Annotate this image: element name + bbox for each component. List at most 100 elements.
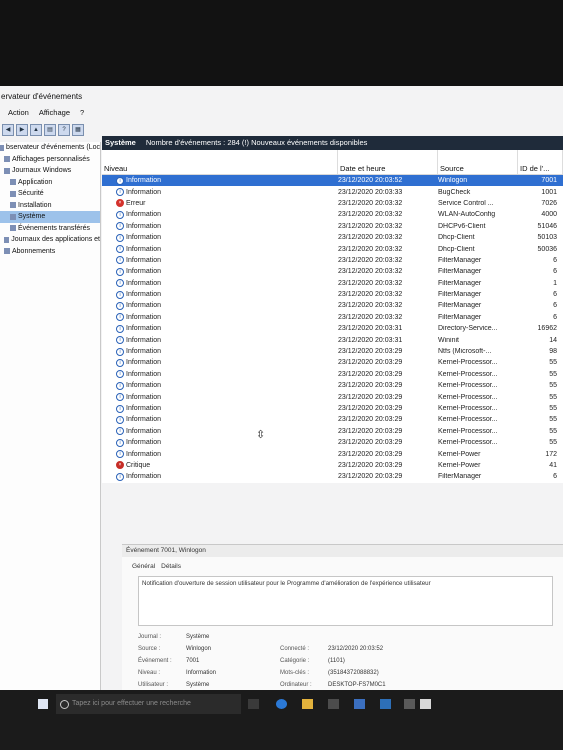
event-source: Dhcp-Client <box>438 234 475 242</box>
event-row[interactable]: i Information 23/12/2020 20:03:29 Kernel-Pr… <box>102 426 563 437</box>
event-level: i Information <box>102 370 338 379</box>
event-date: 23/12/2020 20:03:32 <box>338 268 403 276</box>
mail-icon[interactable] <box>354 699 365 709</box>
event-source: Kernel-Processor... <box>438 382 498 390</box>
event-row[interactable]: i Information 23/12/2020 20:03:29 Kernel-Pr… <box>102 403 563 414</box>
tree-item-label: Journaux des applications et <box>11 236 100 243</box>
property-row: Utilisateur : Système <box>138 679 280 690</box>
app-icon-2[interactable] <box>404 699 415 709</box>
file-explorer-icon[interactable] <box>302 699 313 709</box>
event-row[interactable]: i Information 23/12/2020 20:03:32 DHCPv6-Cl… <box>102 221 563 232</box>
tree-item[interactable]: Sécurité <box>0 188 100 200</box>
property-value: (1101) <box>328 658 345 664</box>
task-view-icon[interactable] <box>248 699 259 709</box>
event-source: Kernel-Processor... <box>438 359 498 367</box>
event-id: 55 <box>549 405 557 412</box>
properties-icon[interactable]: ▤ <box>44 124 56 136</box>
event-id: 55 <box>549 370 557 378</box>
tree-item[interactable]: Installation <box>0 200 100 212</box>
edge-icon[interactable] <box>276 699 287 709</box>
tree-item[interactable]: Affichages personnalisés <box>0 154 100 166</box>
tab-details[interactable]: Détails <box>161 563 181 570</box>
monitor-bezel <box>0 0 563 86</box>
event-row[interactable]: i Information 23/12/2020 20:03:29 Ntfs (Mic… <box>102 346 563 357</box>
event-row[interactable]: i Information 23/12/2020 20:03:29 Kernel-Pr… <box>102 380 563 391</box>
event-row[interactable]: i Information 23/12/2020 20:03:32 FilterMan… <box>102 289 563 300</box>
menu-help[interactable]: ? <box>80 108 84 120</box>
tree-item[interactable]: Abonnements <box>0 246 100 258</box>
tree-item[interactable]: Système <box>0 211 100 223</box>
tree-item[interactable]: Événements transférés <box>0 223 100 235</box>
property-key: Ordinateur : <box>280 682 312 688</box>
menu-action[interactable]: Action <box>8 108 29 120</box>
tree-item-label: Application <box>18 178 53 186</box>
event-date: 23/12/2020 20:03:29 <box>338 382 403 390</box>
back-icon[interactable]: ◀ <box>2 124 14 136</box>
app-icon[interactable] <box>380 699 391 709</box>
col-level[interactable]: Niveau <box>102 150 338 174</box>
event-level-label: Information <box>126 313 162 321</box>
property-key: Connecté : <box>280 646 310 652</box>
event-row[interactable]: i Information 23/12/2020 20:03:32 FilterMan… <box>102 300 563 311</box>
event-row[interactable]: i Information 23/12/2020 20:03:32 FilterMan… <box>102 312 563 323</box>
event-level-label: Information <box>126 416 162 424</box>
event-row[interactable]: i Information 23/12/2020 20:03:29 Kernel-Pr… <box>102 369 563 380</box>
tree-item-label: bservateur d'événements (Loc <box>6 144 100 151</box>
event-row[interactable]: i Information 23/12/2020 20:03:52 Winlogon 7… <box>102 175 563 187</box>
event-id: 51046 <box>537 222 557 230</box>
col-date[interactable]: Date et heure <box>338 150 438 174</box>
event-row[interactable]: i Information 23/12/2020 20:03:32 WLAN-Auto… <box>102 209 563 220</box>
property-row: Événement : 7001 <box>138 655 280 667</box>
event-id: 50036 <box>537 245 557 253</box>
property-row: Mots-clés : (35184372088832) <box>280 667 422 679</box>
tree-item[interactable]: Journaux des applications et <box>0 234 100 246</box>
event-level: i Information <box>102 313 338 322</box>
property-row: Connecté : 23/12/2020 20:03:52 <box>280 643 422 655</box>
event-id: 172 <box>545 450 557 458</box>
col-id[interactable]: ID de l'... <box>518 150 563 174</box>
event-level: i Information <box>102 381 338 390</box>
info-icon: i <box>116 450 124 459</box>
menu-affichage[interactable]: Affichage <box>39 108 70 120</box>
event-level: i Information <box>102 336 338 345</box>
event-row[interactable]: × Erreur 23/12/2020 20:03:32 Service Contro… <box>102 198 563 209</box>
event-level-label: Information <box>126 473 162 481</box>
event-row[interactable]: i Information 23/12/2020 20:03:29 Kernel-Pr… <box>102 414 563 425</box>
event-level-label: Information <box>126 370 162 378</box>
tree-item-label: Sécurité <box>18 190 44 197</box>
event-source: FilterManager <box>438 313 482 321</box>
tree-item[interactable]: Journaux Windows <box>0 165 100 177</box>
event-row[interactable]: i Information 23/12/2020 20:03:33 BugCheck 1… <box>102 186 563 197</box>
tree-item[interactable]: Application <box>0 177 100 189</box>
event-level: i Information <box>102 324 338 333</box>
event-row[interactable]: i Information 23/12/2020 20:03:29 Kernel-Pr… <box>102 357 563 368</box>
event-row[interactable]: × Critique 23/12/2020 20:03:29 Kernel-Power… <box>102 460 563 471</box>
help-icon[interactable]: ? <box>58 124 70 136</box>
console-icon[interactable]: ▦ <box>72 124 84 136</box>
windows-start-icon[interactable] <box>38 699 48 709</box>
event-row[interactable]: i Information 23/12/2020 20:03:29 FilterMan… <box>102 471 563 482</box>
up-folder-icon[interactable]: ▲ <box>30 124 42 136</box>
property-value: 23/12/2020 20:03:52 <box>328 646 384 652</box>
event-id: 55 <box>549 427 557 435</box>
tree-item[interactable]: bservateur d'événements (Loc <box>0 142 100 154</box>
tab-general[interactable]: Général <box>132 563 155 570</box>
forward-icon[interactable]: ▶ <box>16 124 28 136</box>
event-viewer-taskbar-icon[interactable] <box>420 699 431 709</box>
event-row[interactable]: i Information 23/12/2020 20:03:32 FilterMan… <box>102 255 563 266</box>
event-date: 23/12/2020 20:03:32 <box>338 199 403 207</box>
event-row[interactable]: i Information 23/12/2020 20:03:29 Kernel-Pr… <box>102 391 563 402</box>
taskbar-search[interactable]: Tapez ici pour effectuer une recherche <box>56 694 241 714</box>
event-row[interactable]: i Information 23/12/2020 20:03:29 Kernel-Pr… <box>102 437 563 448</box>
event-row[interactable]: i Information 23/12/2020 20:03:32 FilterMan… <box>102 278 563 289</box>
info-icon: i <box>116 427 124 436</box>
property-value: DESKTOP-FS7M0C1 <box>328 682 386 688</box>
event-row[interactable]: i Information 23/12/2020 20:03:32 Dhcp-Clie… <box>102 232 563 243</box>
event-row[interactable]: i Information 23/12/2020 20:03:32 FilterMan… <box>102 266 563 277</box>
event-row[interactable]: i Information 23/12/2020 20:03:31 Directory… <box>102 323 563 334</box>
store-icon[interactable] <box>328 699 339 709</box>
event-row[interactable]: i Information 23/12/2020 20:03:32 Dhcp-Clie… <box>102 243 563 254</box>
event-row[interactable]: i Information 23/12/2020 20:03:29 Kernel-Po… <box>102 448 563 459</box>
col-source[interactable]: Source <box>438 150 518 174</box>
event-row[interactable]: i Information 23/12/2020 20:03:31 Wininit 14 <box>102 334 563 345</box>
